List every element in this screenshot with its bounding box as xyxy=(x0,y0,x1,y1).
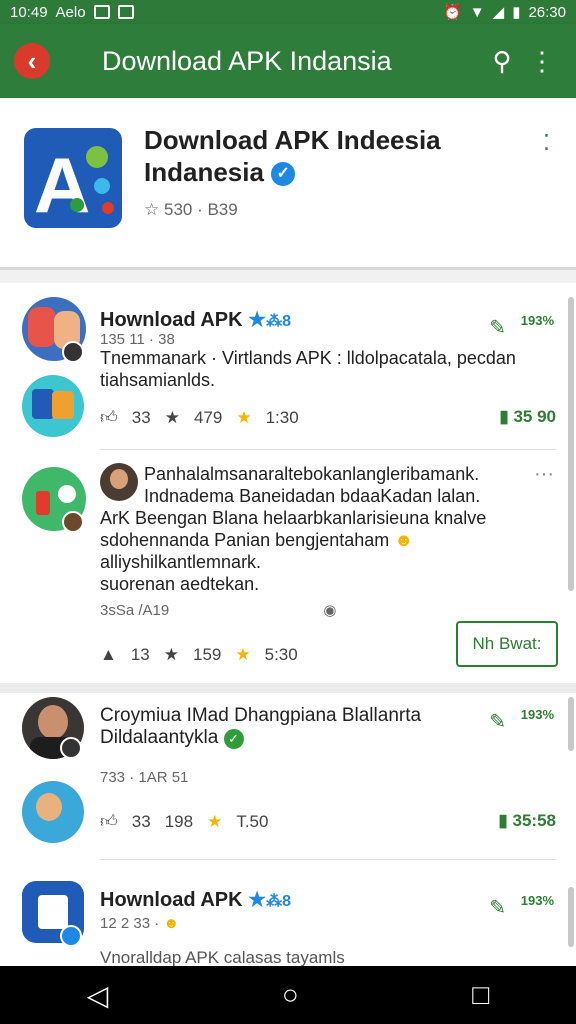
secondary-avatar[interactable] xyxy=(22,375,84,437)
status-bar: 10:49 Aelo ⏰ ▼ ◢ ▮ 26:30 xyxy=(0,0,576,24)
post-item: Hownload APK ★⁂8 135 11 · 38 Tnemmanark … xyxy=(0,283,576,451)
post-text: Panhalalmsanaraltebokanlangleribamank. I… xyxy=(144,464,481,506)
emoji-icon: ☻ xyxy=(163,915,180,932)
like-icon[interactable]: ▲ xyxy=(100,645,117,665)
post-sub: 3sSa /A19 ◉ xyxy=(100,602,337,619)
post-sub: 135 11 · 38 xyxy=(100,331,175,348)
avatar-badge-icon xyxy=(62,511,84,533)
secondary-avatar[interactable] xyxy=(22,781,84,843)
back-arrow-icon[interactable]: ‹ xyxy=(14,43,50,79)
post-stats: ▲ 13 ★ 159 ★ 5:30 xyxy=(100,645,298,665)
post-sub: 12 2 33 · ☻ xyxy=(100,915,180,932)
emoji-icon: ☻ xyxy=(394,530,414,550)
app-bar: ‹ Download APK Indansia ⚲ ⋮ xyxy=(0,24,576,98)
app-name-line1: Download APK Indeesia xyxy=(144,125,441,155)
app-meta: ☆ 530 · B39 xyxy=(144,200,238,219)
nav-home-icon[interactable]: ○ xyxy=(282,979,299,1011)
star-outline-icon: ☆ xyxy=(144,200,160,219)
post-item: Panhalalmsanaraltebokanlangleribamank. I… xyxy=(0,451,576,675)
post-text-body: ArK Beengan Blana helaarbkanlarisieuna k… xyxy=(100,508,487,594)
post-text: Tnemmanark · Virtlands APK : lldolpacata… xyxy=(100,348,516,390)
status-carrier: Aelo xyxy=(55,3,86,21)
status-right-text: 26:30 xyxy=(528,3,566,21)
signal-icon: ◢ xyxy=(492,4,505,21)
post-title: Hownload APK ★⁂8 xyxy=(100,309,291,331)
percent-label: 193% xyxy=(520,313,554,328)
status-time: 10:49 xyxy=(10,3,48,21)
alarm-icon: ⏰ xyxy=(443,4,462,21)
more-vert-icon[interactable]: ⋮ xyxy=(522,46,562,77)
star-outline-icon[interactable]: ★ xyxy=(164,645,179,665)
edit-icon[interactable]: ✎ xyxy=(489,709,506,734)
like-icon[interactable]: 👍︎ xyxy=(100,811,118,832)
thumbs-up-icon[interactable]: ▮ xyxy=(499,407,508,426)
avatar-badge-icon xyxy=(62,341,84,363)
logo-letter: A xyxy=(34,141,91,228)
search-icon[interactable]: ⚲ xyxy=(482,46,522,77)
divider xyxy=(100,859,556,860)
system-nav-bar: ◁ ○ □ xyxy=(0,966,576,1024)
divider xyxy=(100,449,556,450)
avatar-badge-icon xyxy=(60,925,82,947)
app-header-card: A Download APK Indeesia Indanesia ✓ ☆ 53… xyxy=(0,98,576,270)
app-bar-title: Download APK Indansia xyxy=(102,45,392,76)
edit-icon[interactable]: ✎ xyxy=(489,315,506,340)
post-text: Vnoralldap APK calasas tayamls xyxy=(100,948,345,966)
percent-label: 193% xyxy=(520,893,554,908)
post-feed[interactable]: Hownload APK ★⁂8 135 11 · 38 Tnemmanark … xyxy=(0,283,576,966)
edit-icon[interactable]: ✎ xyxy=(489,895,506,920)
verified-icon: ✓ xyxy=(271,162,296,187)
verified-icon: ✓ xyxy=(223,729,244,749)
post-item: Hownload APK ★⁂8 12 2 33 · ☻ Vnoralldap … xyxy=(0,863,576,966)
star-badge-icon: ★ xyxy=(248,889,267,911)
app-logo: A xyxy=(24,128,122,228)
app-name: Download APK Indeesia Indanesia ✓ xyxy=(144,124,504,188)
follow-button[interactable]: Nh Bwat: xyxy=(456,621,558,667)
nav-recents-icon[interactable]: □ xyxy=(472,979,489,1011)
attachment-icon[interactable]: ◉ xyxy=(323,602,336,619)
app-name-line2: Indanesia xyxy=(144,157,264,187)
image-icon xyxy=(117,5,134,19)
scrollbar[interactable] xyxy=(568,297,574,591)
post-sub: 733 · 1AR 51 xyxy=(100,769,189,786)
star-badge-icon: ★ xyxy=(248,309,267,331)
post-title: Hownload APK ★⁂8 xyxy=(100,889,291,911)
grid-dots-icon[interactable]: ⁚ xyxy=(543,130,550,156)
mail-icon xyxy=(93,5,110,19)
star-icon[interactable]: ★ xyxy=(207,812,222,832)
avatar-badge-icon xyxy=(60,737,82,759)
post-item: Croymiua IMad Dhangpiana Blallanrta Dild… xyxy=(0,683,576,861)
like-icon[interactable]: 👍︎ xyxy=(100,407,118,428)
wifi-icon: ▼ xyxy=(469,3,485,21)
post-title: Croymiua IMad Dhangpiana Blallanrta Dild… xyxy=(100,705,422,749)
post-stats: 👍︎ 33 ★ 479 ★ 1:30 xyxy=(100,407,299,428)
percent-label: 193% xyxy=(520,707,554,722)
battery-icon: ▮ xyxy=(512,4,521,21)
star-icon[interactable]: ★ xyxy=(236,408,251,428)
thumbs-value: ▮ 35:58 xyxy=(498,811,556,830)
star-outline-icon[interactable]: ★ xyxy=(165,408,180,428)
thumbs-value: ▮ 35 90 xyxy=(499,407,556,426)
scrollbar[interactable] xyxy=(568,697,574,751)
post-stats: 👍︎ 33 198 ★ T.50 xyxy=(100,811,269,832)
more-horiz-icon[interactable]: ··· xyxy=(534,463,554,486)
commenter-avatar[interactable] xyxy=(100,463,138,501)
section-gap xyxy=(0,683,576,693)
star-icon[interactable]: ★ xyxy=(235,645,250,665)
thumbs-up-icon[interactable]: ▮ xyxy=(498,811,507,830)
scrollbar[interactable] xyxy=(568,887,574,947)
nav-back-icon[interactable]: ◁ xyxy=(87,979,109,1012)
